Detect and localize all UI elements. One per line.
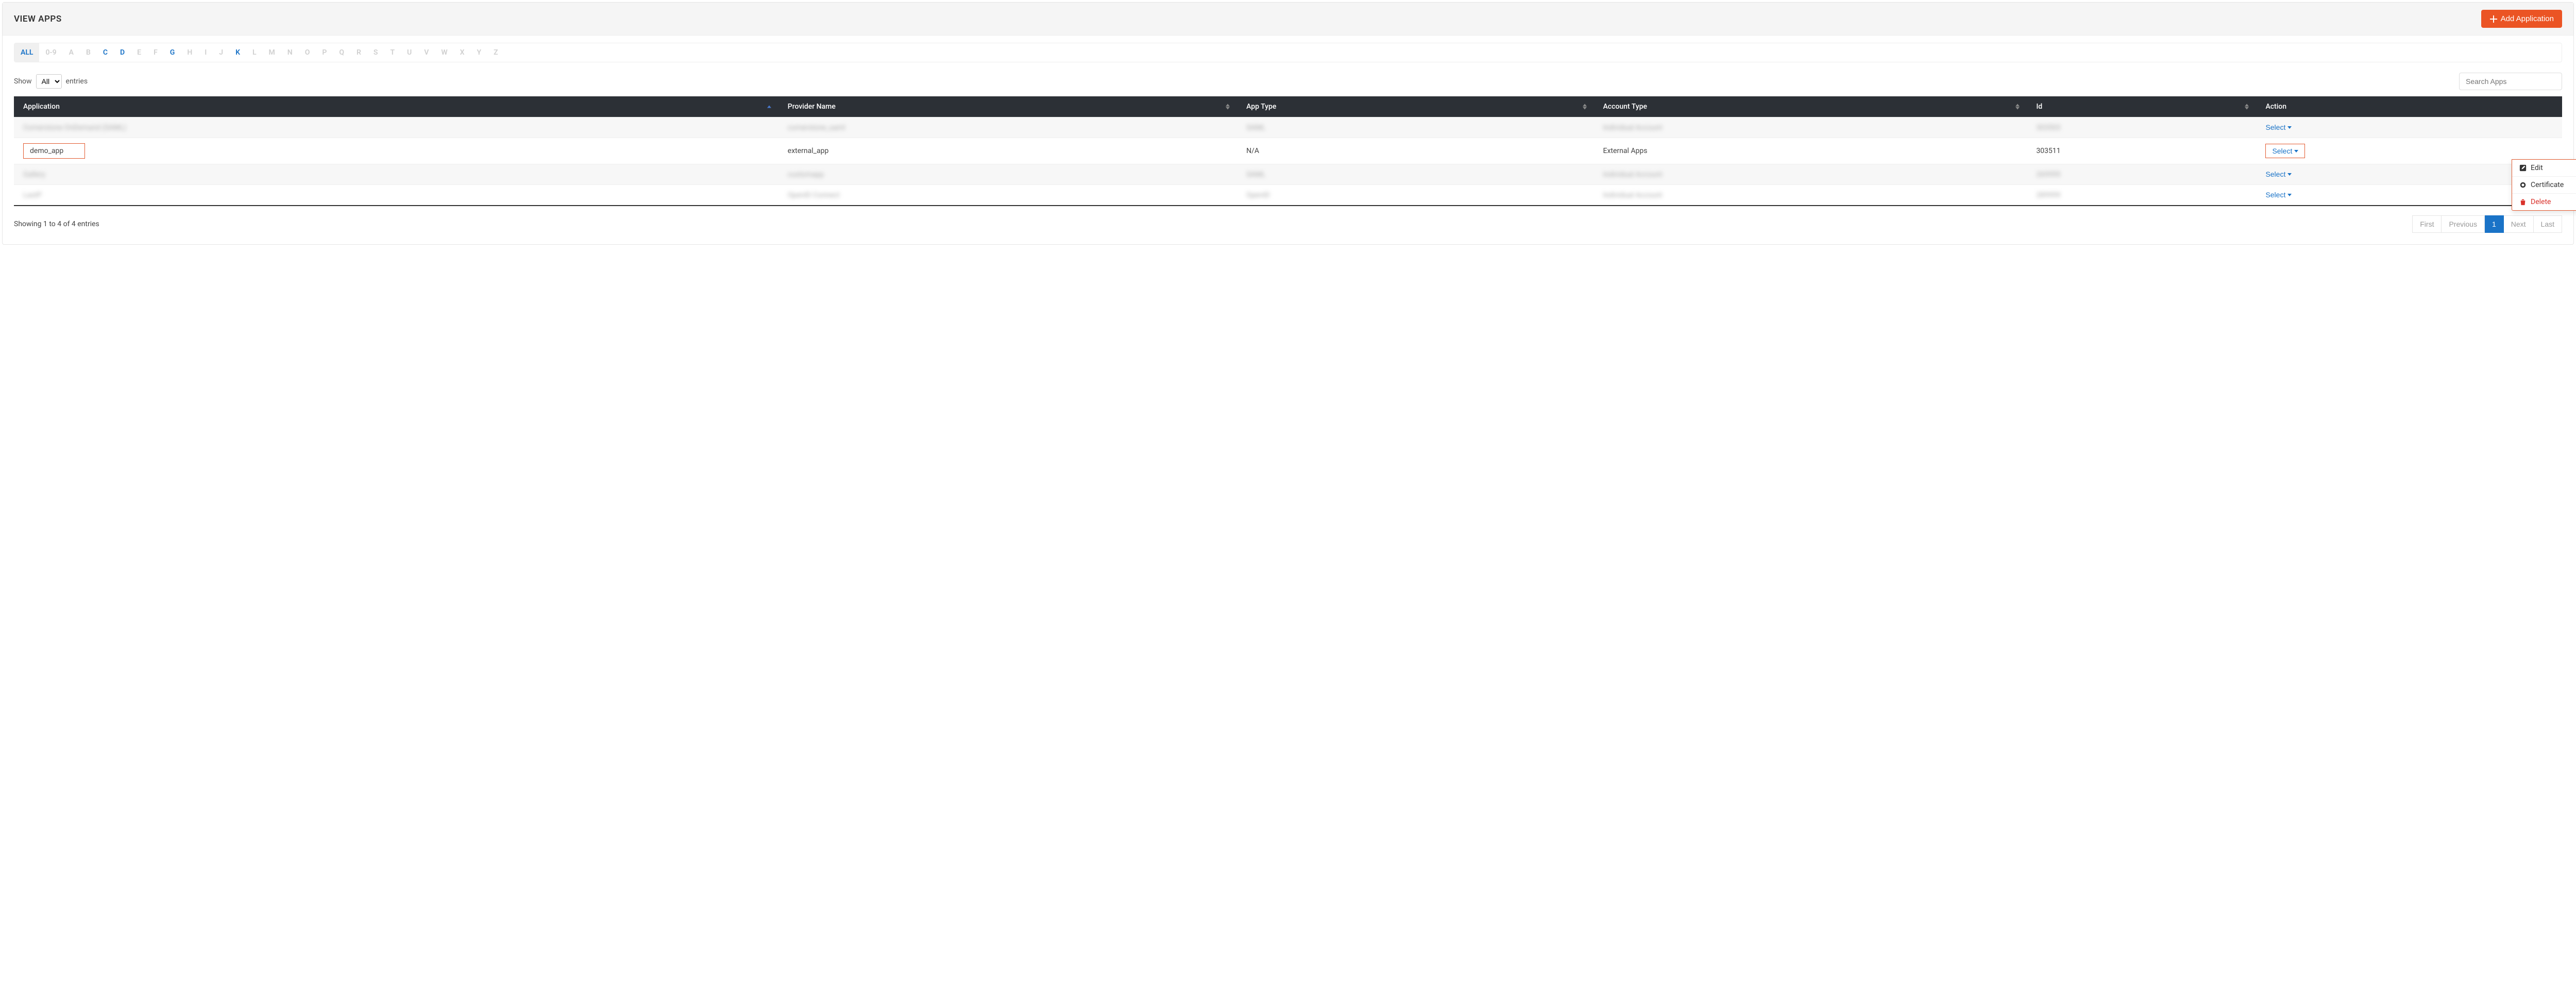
entries-select[interactable]: All (36, 74, 62, 89)
menu-item-delete[interactable]: Delete (2512, 193, 2576, 210)
alpha-filter-L[interactable]: L (246, 43, 263, 62)
sort-icon (1226, 104, 1230, 110)
menu-item-certificate[interactable]: Certificate (2512, 176, 2576, 193)
sort-icon (1583, 104, 1587, 110)
show-label: Show (14, 77, 32, 86)
action-dropdown-menu: EditCertificateDelete (2512, 159, 2576, 211)
apps-table-body: Cornerstone OnDemand (SAML)cornerstone_s… (14, 117, 2562, 206)
table-row: Cornerstone OnDemand (SAML)cornerstone_s… (14, 117, 2562, 138)
pagination: First Previous 1 Next Last (2412, 215, 2562, 233)
select-action-button[interactable]: Select (2265, 144, 2305, 158)
col-action: Action (2256, 96, 2562, 117)
table-row: GallerycustomappSAMLIndividual Account26… (14, 164, 2562, 185)
sort-icon (2015, 104, 2020, 110)
menu-item-edit[interactable]: Edit (2512, 160, 2576, 176)
alpha-filter-C[interactable]: C (97, 43, 114, 62)
alpha-filter-M[interactable]: M (263, 43, 281, 62)
alpha-filter-B[interactable]: B (80, 43, 97, 62)
alpha-filter-bar: ALL 0-9ABCDEFGHIJKLMNOPQRSTUVWXYZ (14, 43, 2562, 62)
apps-table: Application Provider Name App Type Accou… (14, 96, 2562, 206)
panel-content: ALL 0-9ABCDEFGHIJKLMNOPQRSTUVWXYZ Show A… (3, 36, 2573, 244)
alpha-filter-I[interactable]: I (198, 43, 213, 62)
caret-down-icon (2294, 150, 2298, 152)
alpha-filter-O[interactable]: O (299, 43, 316, 62)
cell-application: LastP (14, 185, 778, 206)
cell-action: SelectEditCertificateDelete (2256, 138, 2562, 164)
cell-application: demo_app (14, 138, 778, 164)
alpha-filter-A[interactable]: A (63, 43, 80, 62)
alpha-filter-K[interactable]: K (229, 43, 246, 62)
edit-icon (2519, 164, 2527, 172)
alpha-filter-E[interactable]: E (131, 43, 147, 62)
alpha-filter-V[interactable]: V (418, 43, 435, 62)
certificate-icon (2519, 181, 2527, 189)
app-name-highlighted: demo_app (23, 143, 85, 159)
col-application[interactable]: Application (14, 96, 778, 117)
alpha-filter-all[interactable]: ALL (14, 43, 39, 62)
show-entries: Show All entries (14, 74, 88, 89)
select-action-button[interactable]: Select (2265, 123, 2292, 131)
view-apps-panel: VIEW APPS Add Application ALL 0-9ABCDEFG… (2, 2, 2574, 245)
alpha-filter-W[interactable]: W (435, 43, 453, 62)
table-toolbar: Show All entries (14, 73, 2562, 90)
col-account-type[interactable]: Account Type (1594, 96, 2027, 117)
alpha-filter-Q[interactable]: Q (333, 43, 350, 62)
alpha-filter-G[interactable]: G (164, 43, 181, 62)
select-action-button[interactable]: Select (2265, 170, 2292, 178)
alpha-filter-U[interactable]: U (401, 43, 418, 62)
alpha-filter-0-9[interactable]: 0-9 (39, 43, 62, 62)
col-id[interactable]: Id (2027, 96, 2256, 117)
alpha-filter-P[interactable]: P (316, 43, 333, 62)
cell-application: Gallery (14, 164, 778, 185)
cell-application: Cornerstone OnDemand (SAML) (14, 117, 778, 138)
alpha-filter-D[interactable]: D (114, 43, 131, 62)
table-row: demo_appexternal_appN/AExternal Apps3035… (14, 138, 2562, 164)
caret-down-icon (2287, 173, 2292, 176)
sort-icon (767, 106, 771, 108)
alpha-filter-R[interactable]: R (350, 43, 367, 62)
page-current[interactable]: 1 (2485, 215, 2504, 233)
page-previous[interactable]: Previous (2442, 215, 2484, 233)
add-application-button[interactable]: Add Application (2481, 10, 2562, 28)
alpha-filter-X[interactable]: X (454, 43, 471, 62)
alpha-filter-H[interactable]: H (181, 43, 198, 62)
alpha-filter-Z[interactable]: Z (487, 43, 504, 62)
alpha-filter-Y[interactable]: Y (471, 43, 488, 62)
plus-icon (2489, 15, 2498, 23)
add-application-label: Add Application (2501, 14, 2554, 23)
entries-info: Showing 1 to 4 of 4 entries (14, 220, 99, 228)
sort-icon (2245, 104, 2249, 110)
table-footer: Showing 1 to 4 of 4 entries First Previo… (14, 215, 2562, 233)
entries-label: entries (66, 77, 88, 86)
page-title: VIEW APPS (14, 14, 62, 24)
panel-header: VIEW APPS Add Application (3, 3, 2573, 36)
search-input[interactable] (2459, 73, 2562, 90)
page-first[interactable]: First (2412, 215, 2442, 233)
alpha-filter-J[interactable]: J (213, 43, 229, 62)
page-last[interactable]: Last (2534, 215, 2562, 233)
caret-down-icon (2287, 126, 2292, 129)
trash-icon (2519, 198, 2527, 206)
caret-down-icon (2287, 194, 2292, 196)
cell-action: Select (2256, 117, 2562, 138)
select-action-button[interactable]: Select (2265, 191, 2292, 199)
alpha-filter-F[interactable]: F (147, 43, 164, 62)
col-app-type[interactable]: App Type (1237, 96, 1594, 117)
page-next[interactable]: Next (2504, 215, 2534, 233)
table-row: LastPOpenID ConnectOpenIDIndividual Acco… (14, 185, 2562, 206)
col-provider[interactable]: Provider Name (778, 96, 1237, 117)
alpha-filter-T[interactable]: T (384, 43, 401, 62)
alpha-filter-S[interactable]: S (367, 43, 384, 62)
alpha-filter-N[interactable]: N (281, 43, 299, 62)
